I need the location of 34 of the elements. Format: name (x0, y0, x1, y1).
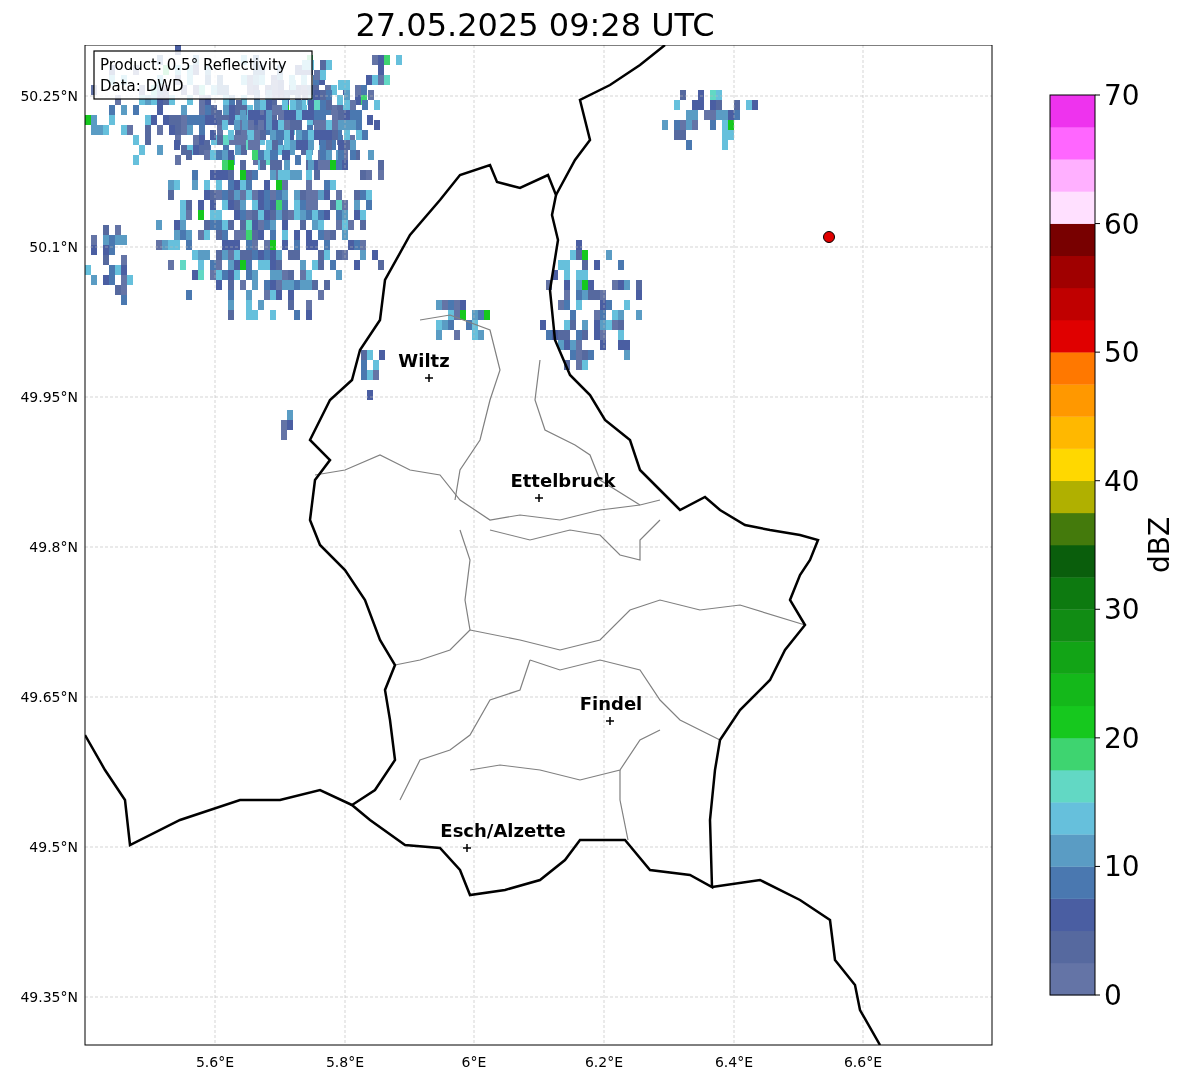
longitude-label: 6.2°E (584, 1054, 624, 1070)
latitude-label: 50.1°N (29, 239, 78, 255)
city-marker-icon (424, 373, 434, 383)
info-text: Data: DWD (100, 77, 184, 95)
longitude-label: 6.6°E (843, 1054, 883, 1070)
latitude-label: 49.5°N (29, 839, 78, 855)
colorbar-tick-label: 10 (1104, 850, 1140, 884)
latitude-label: 49.95°N (20, 389, 78, 405)
city-label: Wiltz (398, 350, 450, 371)
colorbar-tick-label: 50 (1104, 336, 1140, 370)
info-text: Product: 0.5° Reflectivity (100, 56, 287, 74)
colorbar-tick-label: 30 (1104, 593, 1140, 627)
colorbar-tick-label: 0 (1104, 979, 1122, 1012)
longitude-label: 5.6°E (195, 1054, 235, 1070)
point-marker-icon (823, 231, 835, 243)
colorbar-label: dBZ (1143, 516, 1176, 574)
colorbar-tick-label: 60 (1104, 207, 1140, 241)
latitude-label: 49.35°N (20, 989, 78, 1005)
longitude-label: 6°E (461, 1054, 487, 1070)
latitude-label: 49.65°N (20, 689, 78, 705)
city-label: Ettelbruck (510, 470, 616, 491)
colorbar-tick-label: 20 (1104, 721, 1140, 755)
city-marker-icon (605, 716, 615, 726)
city-marker-icon (462, 843, 472, 853)
city-label: Esch/Alzette (440, 820, 566, 841)
city-label: Findel (579, 693, 643, 714)
chart-title: 27.05.2025 09:28 UTC (354, 4, 716, 45)
colorbar-tick-label: 40 (1104, 464, 1140, 498)
city-marker-icon (534, 493, 544, 503)
longitude-label: 5.8°E (325, 1054, 365, 1070)
colorbar-tick-label: 70 (1104, 79, 1140, 112)
longitude-label: 6.4°E (714, 1054, 754, 1070)
latitude-label: 50.25°N (20, 88, 78, 104)
latitude-label: 49.8°N (29, 539, 78, 555)
